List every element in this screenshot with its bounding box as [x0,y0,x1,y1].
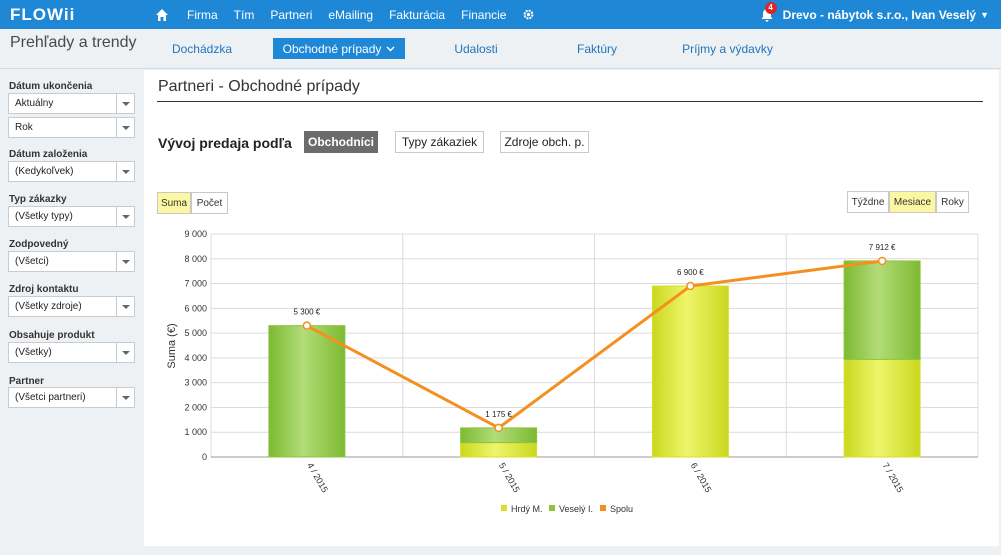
y-axis-title: Suma (€) [166,323,178,368]
select-value: (Všetci) [15,256,49,267]
tab-faktury[interactable]: Faktúry [570,38,624,59]
select-value: (Všetci partneri) [15,392,86,403]
y-axis: 0 1 000 2 000 3 000 4 000 5 000 6 000 7 000 8 00… [184,229,207,462]
select-arrow-icon [116,94,134,113]
nav-item-partneri[interactable]: Partneri [270,8,312,22]
main-nav: Firma Tím Partneri eMailing Fakturácia F… [155,0,535,29]
x-tick-label: 7 / 2015 [880,461,905,494]
filter-label-datum-ukoncenia: Dátum ukončenia [9,81,93,92]
filter-select-zodpovedny[interactable]: (Všetci) [8,251,135,272]
sub-header: Prehľady a trendy Dochádzka Obchodné prí… [0,29,1001,69]
line-point[interactable] [302,321,312,330]
tab-obchodne-pripady-label: Obchodné prípady [282,41,382,56]
legend-swatch [501,505,507,511]
chevron-down-icon[interactable]: ▼ [980,10,989,20]
filter-label-partner: Partner [9,376,45,387]
data-label: 5 300 € [294,308,321,317]
select-value: Rok [15,122,33,133]
select-value: (Všetky zdroje) [15,301,82,312]
nav-item-financie[interactable]: Financie [461,8,506,22]
filter-select-datum-zalozenia[interactable]: (Kedykoľvek) [8,161,135,182]
nav-item-tim[interactable]: Tím [234,8,255,22]
nav-item-firma[interactable]: Firma [187,8,218,22]
data-label: 7 912 € [869,243,896,252]
filter-label-obsahuje-produkt: Obsahuje produkt [9,330,95,341]
select-value: Aktuálny [15,98,54,109]
tab-dochadzka[interactable]: Dochádzka [164,38,240,59]
filter-label-zdroj-kontaktu: Zdroj kontaktu [9,284,79,295]
bar-segment-hrdy[interactable] [843,358,921,458]
x-tick-label: 5 / 2015 [497,461,522,494]
y-tick-label: 7 000 [184,279,207,289]
chart-legend: Hrdý M. Veselý I. Spolu [501,504,633,514]
x-tick-label: 4 / 2015 [305,461,330,494]
gear-icon[interactable] [522,8,535,21]
app-logo[interactable]: FLOWii [10,5,75,25]
bar-segment-vesely[interactable] [268,325,346,458]
bar-segment-hrdy[interactable] [460,442,538,458]
y-tick-label: 3 000 [184,378,207,388]
legend-swatch [549,505,555,511]
select-value: (Kedykoľvek) [15,166,74,177]
filter-select-obdobie[interactable]: Rok [8,117,135,138]
section-title: Prehľady a trendy [10,34,137,51]
filter-label-typ-zakazky: Typ zákazky [9,194,67,205]
nav-item-emailing[interactable]: eMailing [328,8,373,22]
filter-select-partner[interactable]: (Všetci partneri) [8,387,135,408]
y-tick-label: 4 000 [184,353,207,363]
filter-select-zdroj-kontaktu[interactable]: (Všetky zdroje) [8,296,135,317]
select-arrow-icon [116,207,134,226]
filter-sidebar: Dátum ukončenia Aktuálny Rok Dátum založ… [0,70,144,555]
tab-prijmy-vydavky[interactable]: Príjmy a výdavky [680,38,775,59]
x-axis: 4 / 2015 5 / 2015 6 / 2015 7 / 2015 [305,461,905,494]
tab-obchodne-pripady[interactable]: Obchodné prípady [273,38,405,59]
tab-udalosti[interactable]: Udalosti [446,38,506,59]
filter-label-datum-zalozenia: Dátum založenia [9,149,88,160]
y-tick-label: 0 [202,452,207,462]
legend-label[interactable]: Veselý I. [559,504,593,514]
select-arrow-icon [116,118,134,137]
nav-item-fakturacia[interactable]: Fakturácia [389,8,445,22]
y-tick-label: 5 000 [184,328,207,338]
select-arrow-icon [116,343,134,362]
home-icon[interactable] [155,8,169,22]
user-area: 4 Drevo - nábytok s.r.o., Ivan Veselý ▼ [759,0,989,29]
line-point[interactable] [686,281,695,291]
y-tick-label: 1 000 [184,427,207,437]
legend-label[interactable]: Hrdý M. [511,504,543,514]
select-arrow-icon [116,162,134,181]
notifications[interactable]: 4 [759,1,777,23]
top-navigation-bar: FLOWii Firma Tím Partneri eMailing Faktu… [0,0,1001,29]
legend-label[interactable]: Spolu [610,504,633,514]
filter-select-typ-zakazky[interactable]: (Všetky typy) [8,206,135,227]
y-tick-label: 9 000 [184,229,207,239]
chevron-down-icon [386,45,395,52]
filter-label-zodpovedny: Zodpovedný [9,239,69,250]
filter-select-obsahuje-produkt[interactable]: (Všetky) [8,342,135,363]
y-tick-label: 8 000 [184,254,207,264]
legend-swatch [600,505,606,511]
select-value: (Všetky typy) [15,211,73,222]
bar-segment-hrdy[interactable] [651,285,729,458]
filter-select-datum-ukoncenia[interactable]: Aktuálny [8,93,135,114]
select-value: (Všetky) [15,347,52,358]
notification-badge: 4 [764,1,777,14]
y-tick-label: 2 000 [184,402,207,412]
main-content: Partneri - Obchodné prípady Vývoj predaj… [144,70,999,546]
line-point[interactable] [877,256,887,266]
select-arrow-icon [116,388,134,407]
select-arrow-icon [116,252,134,271]
data-label: 6 900 € [677,268,704,277]
select-arrow-icon [116,297,134,316]
line-point[interactable] [494,423,503,433]
y-tick-label: 6 000 [184,303,207,313]
sales-chart: Suma (€) 0 1 000 2 000 3 000 4 000 5 000 6 000… [166,229,979,514]
user-menu-label[interactable]: Drevo - nábytok s.r.o., Ivan Veselý [783,8,976,22]
bar-segment-vesely[interactable] [843,260,921,360]
data-label: 1 175 € [485,410,512,419]
x-tick-label: 6 / 2015 [689,461,714,494]
